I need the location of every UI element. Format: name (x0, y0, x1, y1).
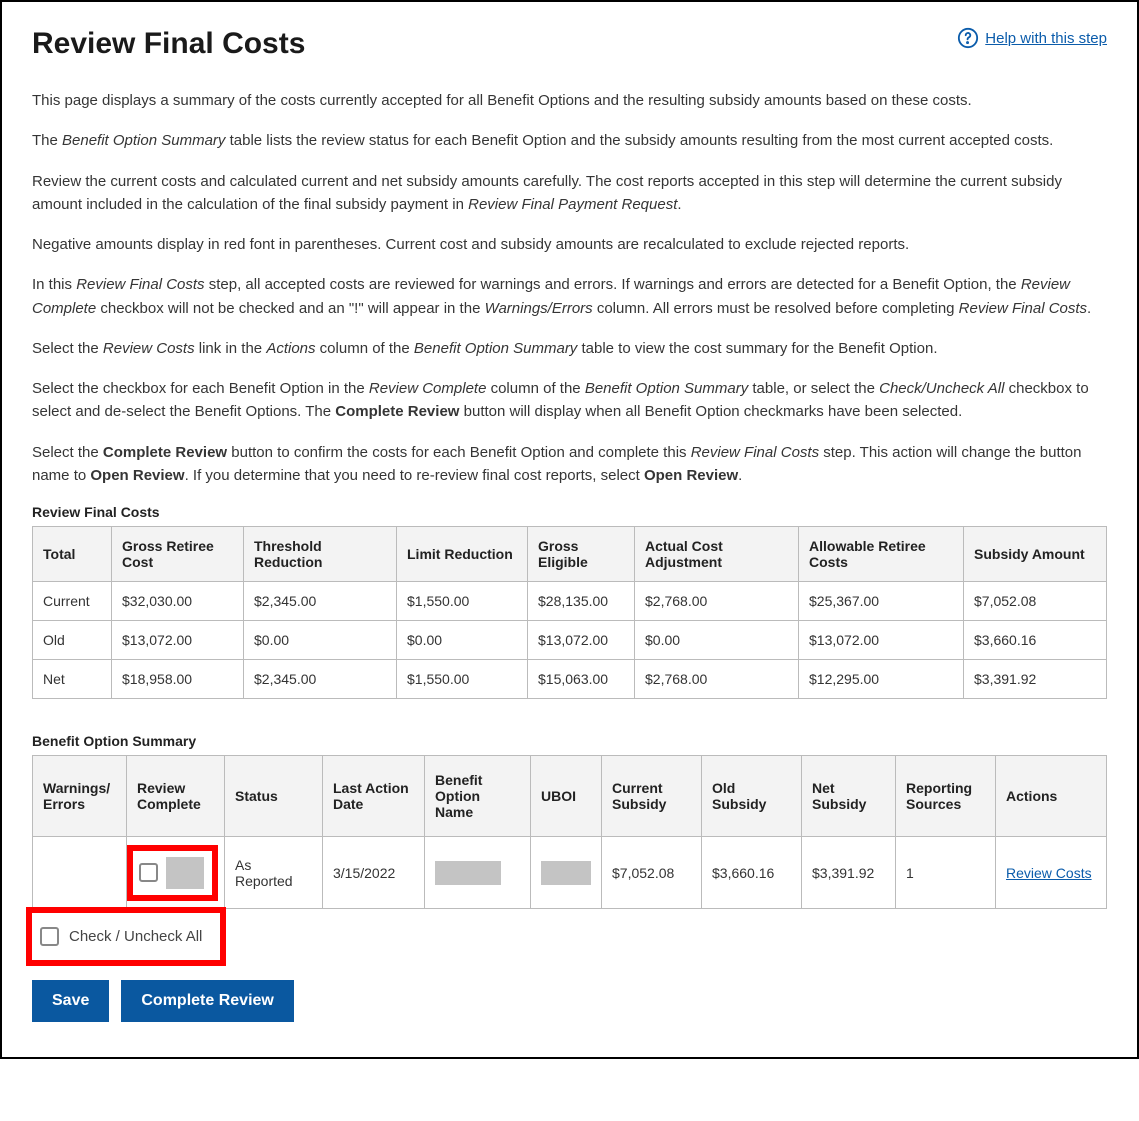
intro-p4: Negative amounts display in red font in … (32, 233, 1107, 256)
bo-cell-net-sub: $3,391.92 (802, 837, 896, 909)
bo-row: As Reported 3/15/2022 $7,052.08 $3,660.1… (33, 837, 1107, 909)
bo-th-net-sub: Net Subsidy (802, 756, 896, 837)
review-costs-link[interactable]: Review Costs (1006, 865, 1092, 881)
cost-table: Total Gross Retiree Cost Threshold Reduc… (32, 526, 1107, 699)
intro-p6: Select the Review Costs link in the Acti… (32, 337, 1107, 360)
bo-th-review-complete: Review Complete (127, 756, 225, 837)
cost-row-old: Old $13,072.00 $0.00 $0.00 $13,072.00 $0… (33, 621, 1107, 660)
bo-th-last-action: Last Action Date (323, 756, 425, 837)
intro-p1: This page displays a summary of the cost… (32, 89, 1107, 112)
review-complete-checkbox[interactable] (139, 863, 158, 882)
check-uncheck-all-checkbox[interactable] (40, 927, 59, 946)
help-icon (957, 27, 979, 49)
cost-table-caption: Review Final Costs (32, 504, 1107, 520)
cost-th-subsidy: Subsidy Amount (964, 527, 1107, 582)
bo-th-actions: Actions (996, 756, 1107, 837)
bo-cell-actions: Review Costs (996, 837, 1107, 909)
complete-review-button[interactable]: Complete Review (121, 980, 293, 1022)
cost-th-gross-retiree: Gross Retiree Cost (112, 527, 244, 582)
cost-th-gross-eligible: Gross Eligible (528, 527, 635, 582)
bo-th-bo-name: Benefit Option Name (425, 756, 531, 837)
intro-p5: In this Review Final Costs step, all acc… (32, 273, 1107, 320)
cost-th-actual-adj: Actual Cost Adjustment (635, 527, 799, 582)
cost-th-limit: Limit Reduction (397, 527, 528, 582)
page-title: Review Final Costs (32, 27, 305, 61)
bo-th-status: Status (225, 756, 323, 837)
bo-th-current-sub: Current Subsidy (602, 756, 702, 837)
check-uncheck-all-label: Check / Uncheck All (69, 928, 202, 945)
bo-th-reporting: Reporting Sources (896, 756, 996, 837)
cost-th-total: Total (33, 527, 112, 582)
intro-p7: Select the checkbox for each Benefit Opt… (32, 377, 1107, 424)
bo-th-uboi: UBOI (531, 756, 602, 837)
bo-cell-review-complete (127, 837, 225, 909)
bo-cell-current-sub: $7,052.08 (602, 837, 702, 909)
redacted-block (166, 857, 204, 889)
intro-p2: The Benefit Option Summary table lists t… (32, 129, 1107, 152)
benefit-option-table: Warnings/ Errors Review Complete Status … (32, 755, 1107, 909)
bo-cell-last-action: 3/15/2022 (323, 837, 425, 909)
bo-th-warnings: Warnings/ Errors (33, 756, 127, 837)
bo-cell-uboi (531, 837, 602, 909)
bo-table-caption: Benefit Option Summary (32, 733, 1107, 749)
redacted-block (541, 861, 591, 885)
help-link[interactable]: Help with this step (957, 27, 1107, 49)
intro-p8: Select the Complete Review button to con… (32, 441, 1107, 488)
cost-th-allowable: Allowable Retiree Costs (799, 527, 964, 582)
bo-cell-reporting: 1 (896, 837, 996, 909)
bo-cell-warnings (33, 837, 127, 909)
redacted-block (435, 861, 501, 885)
bo-cell-bo-name (425, 837, 531, 909)
intro-p3: Review the current costs and calculated … (32, 170, 1107, 217)
bo-cell-old-sub: $3,660.16 (702, 837, 802, 909)
bo-th-old-sub: Old Subsidy (702, 756, 802, 837)
save-button[interactable]: Save (32, 980, 109, 1022)
cost-th-threshold: Threshold Reduction (244, 527, 397, 582)
cost-row-net: Net $18,958.00 $2,345.00 $1,550.00 $15,0… (33, 660, 1107, 699)
cost-row-current: Current $32,030.00 $2,345.00 $1,550.00 $… (33, 582, 1107, 621)
help-link-label: Help with this step (985, 30, 1107, 47)
bo-cell-status: As Reported (225, 837, 323, 909)
